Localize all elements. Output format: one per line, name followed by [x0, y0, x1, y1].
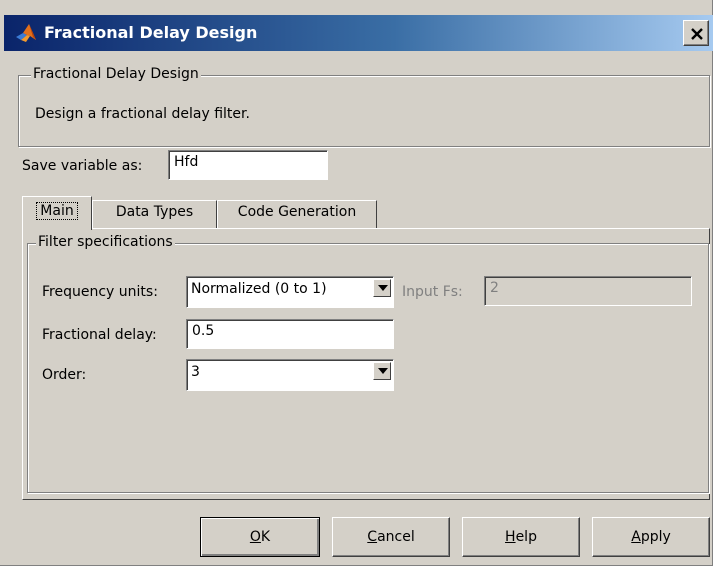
- chevron-down-icon: [378, 368, 388, 374]
- close-button[interactable]: [683, 20, 709, 46]
- tab-panel-main: Filter specifications Frequency units: N…: [22, 228, 710, 500]
- tab-main[interactable]: Main: [22, 196, 92, 230]
- save-variable-input[interactable]: Hfd: [168, 150, 328, 180]
- help-mnemonic: H: [505, 529, 516, 545]
- fractional-delay-input[interactable]: 0.5: [186, 319, 394, 349]
- frequency-units-select[interactable]: Normalized (0 to 1): [186, 276, 394, 308]
- tab-code-generation[interactable]: Code Generation: [217, 200, 377, 228]
- description-text: Design a fractional delay filter.: [35, 106, 250, 122]
- order-select[interactable]: 3: [186, 359, 394, 391]
- tab-data-types[interactable]: Data Types: [92, 200, 217, 228]
- dialog-window: Fractional Delay Design Fractional Delay…: [0, 0, 713, 566]
- apply-mnemonic: A: [631, 529, 641, 545]
- fractional-delay-label: Fractional delay:: [42, 327, 157, 343]
- matlab-icon: [14, 21, 38, 45]
- filter-specs-legend: Filter specifications: [36, 234, 175, 250]
- apply-button[interactable]: Apply: [592, 517, 710, 557]
- filter-specs-group: Filter specifications Frequency units: N…: [27, 234, 709, 493]
- order-dropdown-button[interactable]: [373, 362, 391, 380]
- input-fs-input: 2: [484, 276, 692, 306]
- ok-label-rest: K: [260, 529, 271, 545]
- frequency-units-dropdown-button[interactable]: [373, 279, 391, 297]
- header-group: Fractional Delay Design Design a fractio…: [18, 66, 710, 147]
- frequency-units-label: Frequency units:: [42, 284, 158, 300]
- order-label: Order:: [42, 367, 87, 383]
- input-fs-label: Input Fs:: [402, 284, 463, 300]
- window-title: Fractional Delay Design: [44, 23, 258, 42]
- ok-button[interactable]: OK: [200, 517, 320, 557]
- close-icon: [691, 28, 703, 40]
- apply-label-rest: pply: [640, 529, 671, 545]
- cancel-button[interactable]: Cancel: [332, 517, 450, 557]
- title-bar[interactable]: Fractional Delay Design: [4, 15, 713, 51]
- help-button[interactable]: Help: [462, 517, 580, 557]
- cancel-label-rest: ancel: [377, 529, 415, 545]
- ok-mnemonic: O: [249, 529, 261, 545]
- tab-code-generation-label: Code Generation: [237, 204, 357, 220]
- order-value: 3: [191, 364, 200, 380]
- chevron-down-icon: [378, 285, 388, 291]
- tab-main-label: Main: [36, 202, 78, 220]
- save-variable-label: Save variable as:: [22, 158, 143, 174]
- frequency-units-value: Normalized (0 to 1): [191, 281, 327, 297]
- header-group-legend: Fractional Delay Design: [31, 66, 201, 82]
- cancel-mnemonic: C: [367, 529, 378, 545]
- help-label-rest: elp: [515, 529, 537, 545]
- tab-data-types-label: Data Types: [115, 204, 194, 220]
